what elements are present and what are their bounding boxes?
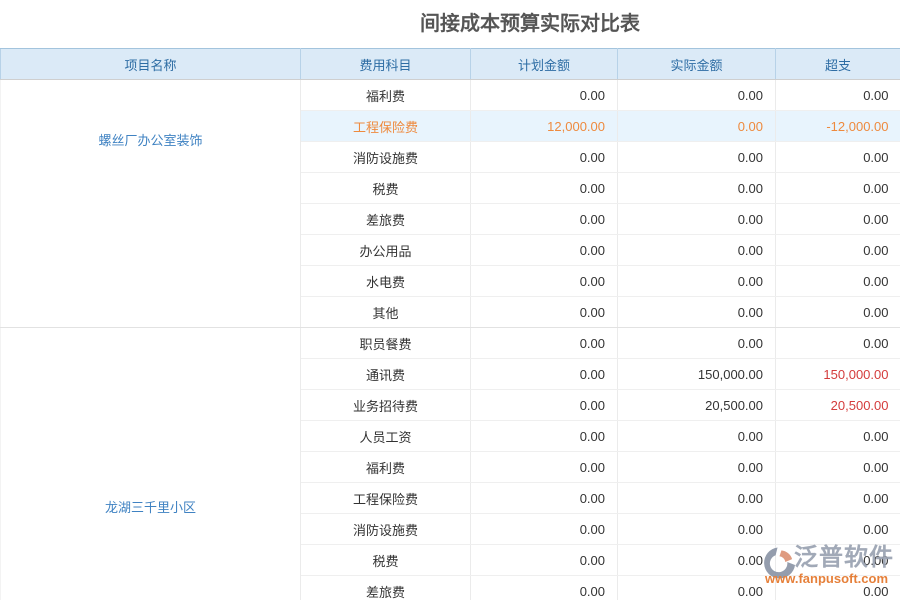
planned-amount-cell: 12,000.00 (471, 111, 618, 142)
planned-amount-cell: 0.00 (471, 297, 618, 328)
expense-subject-cell: 消防设施费 (301, 514, 471, 545)
planned-amount-cell: 0.00 (471, 545, 618, 576)
actual-amount-cell: 0.00 (618, 452, 776, 483)
expense-subject-cell: 差旅费 (301, 576, 471, 600)
actual-amount-cell: 0.00 (618, 328, 776, 359)
expense-subject-cell: 税费 (301, 545, 471, 576)
page-title: 间接成本预算实际对比表 (0, 0, 900, 48)
actual-amount-cell: 0.00 (618, 421, 776, 452)
column-header-0: 项目名称 (1, 49, 301, 80)
overrun-amount-cell: 0.00 (776, 452, 900, 483)
planned-amount-cell: 0.00 (471, 359, 618, 390)
planned-amount-cell: 0.00 (471, 421, 618, 452)
column-header-1: 费用科目 (301, 49, 471, 80)
overrun-amount-cell: 0.00 (776, 421, 900, 452)
column-header-3: 实际金额 (618, 49, 776, 80)
planned-amount-cell: 0.00 (471, 328, 618, 359)
expense-subject-cell: 水电费 (301, 266, 471, 297)
overrun-amount-cell: 0.00 (776, 173, 900, 204)
overrun-amount-cell: 0.00 (776, 204, 900, 235)
actual-amount-cell: 0.00 (618, 111, 776, 142)
actual-amount-cell: 20,500.00 (618, 390, 776, 421)
planned-amount-cell: 0.00 (471, 80, 618, 111)
planned-amount-cell: 0.00 (471, 452, 618, 483)
expense-subject-cell: 业务招待费 (301, 390, 471, 421)
planned-amount-cell: 0.00 (471, 483, 618, 514)
actual-amount-cell: 0.00 (618, 266, 776, 297)
expense-subject-cell: 工程保险费 (301, 483, 471, 514)
overrun-amount-cell: 0.00 (776, 545, 900, 576)
actual-amount-cell: 0.00 (618, 297, 776, 328)
overrun-amount-cell: 20,500.00 (776, 390, 900, 421)
expense-subject-cell: 差旅费 (301, 204, 471, 235)
expense-subject-cell: 工程保险费 (301, 111, 471, 142)
actual-amount-cell: 150,000.00 (618, 359, 776, 390)
project-name-link[interactable]: 龙湖三千里小区 (1, 328, 301, 600)
actual-amount-cell: 0.00 (618, 576, 776, 600)
planned-amount-cell: 0.00 (471, 514, 618, 545)
actual-amount-cell: 0.00 (618, 514, 776, 545)
overrun-amount-cell: 0.00 (776, 483, 900, 514)
overrun-amount-cell: 0.00 (776, 266, 900, 297)
actual-amount-cell: 0.00 (618, 204, 776, 235)
expense-subject-cell: 福利费 (301, 452, 471, 483)
planned-amount-cell: 0.00 (471, 173, 618, 204)
expense-subject-cell: 税费 (301, 173, 471, 204)
expense-subject-cell: 办公用品 (301, 235, 471, 266)
overrun-amount-cell: 0.00 (776, 235, 900, 266)
expense-subject-cell: 职员餐费 (301, 328, 471, 359)
overrun-amount-cell: 0.00 (776, 514, 900, 545)
column-header-4: 超支 (776, 49, 900, 80)
table-header-row: 项目名称费用科目计划金额实际金额超支 (1, 49, 900, 80)
planned-amount-cell: 0.00 (471, 235, 618, 266)
budget-comparison-table: 项目名称费用科目计划金额实际金额超支 螺丝厂办公室装饰福利费0.000.000.… (0, 48, 900, 600)
table-row[interactable]: 螺丝厂办公室装饰福利费0.000.000.00 (1, 80, 900, 111)
overrun-amount-cell: 0.00 (776, 142, 900, 173)
overrun-amount-cell: 0.00 (776, 328, 900, 359)
actual-amount-cell: 0.00 (618, 80, 776, 111)
report-page: 间接成本预算实际对比表 项目名称费用科目计划金额实际金额超支 螺丝厂办公室装饰福… (0, 0, 900, 600)
planned-amount-cell: 0.00 (471, 390, 618, 421)
actual-amount-cell: 0.00 (618, 142, 776, 173)
column-header-2: 计划金额 (471, 49, 618, 80)
table-row[interactable]: 龙湖三千里小区职员餐费0.000.000.00 (1, 328, 900, 359)
overrun-amount-cell: -12,000.00 (776, 111, 900, 142)
planned-amount-cell: 0.00 (471, 266, 618, 297)
planned-amount-cell: 0.00 (471, 142, 618, 173)
expense-subject-cell: 人员工资 (301, 421, 471, 452)
project-name-link[interactable]: 螺丝厂办公室装饰 (1, 80, 301, 328)
overrun-amount-cell: 0.00 (776, 80, 900, 111)
planned-amount-cell: 0.00 (471, 204, 618, 235)
overrun-amount-cell: 0.00 (776, 576, 900, 600)
actual-amount-cell: 0.00 (618, 483, 776, 514)
expense-subject-cell: 消防设施费 (301, 142, 471, 173)
expense-subject-cell: 福利费 (301, 80, 471, 111)
actual-amount-cell: 0.00 (618, 545, 776, 576)
overrun-amount-cell: 150,000.00 (776, 359, 900, 390)
planned-amount-cell: 0.00 (471, 576, 618, 600)
expense-subject-cell: 通讯费 (301, 359, 471, 390)
overrun-amount-cell: 0.00 (776, 297, 900, 328)
actual-amount-cell: 0.00 (618, 173, 776, 204)
expense-subject-cell: 其他 (301, 297, 471, 328)
actual-amount-cell: 0.00 (618, 235, 776, 266)
